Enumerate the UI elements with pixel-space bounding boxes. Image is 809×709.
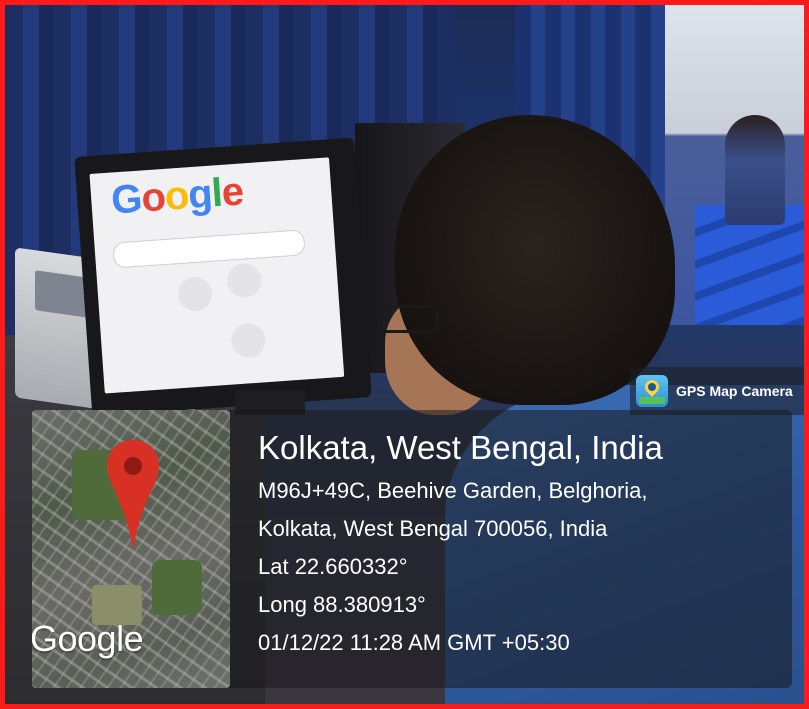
address-line-1: M96J+49C, Beehive Garden, Belghoria, <box>258 478 648 503</box>
background-person <box>725 115 785 225</box>
monitor: Google <box>74 137 372 417</box>
monitor-screen: Google <box>89 157 345 394</box>
latitude: Lat 22.660332° <box>258 554 408 579</box>
eyeglasses <box>373 305 439 333</box>
screen-shortcut-tile <box>176 275 214 313</box>
datetime: 01/12/22 11:28 AM GMT +05:30 <box>258 630 570 655</box>
screen-shortcut-tile <box>230 322 267 359</box>
map-pin-icon <box>107 440 159 550</box>
screen-google-logo: Google <box>109 169 245 223</box>
address-line-2: Kolkata, West Bengal 700056, India <box>258 516 608 541</box>
map-park-area <box>152 560 202 615</box>
location-text: Kolkata, West Bengal, India M96J+49C, Be… <box>258 428 663 662</box>
place-title: Kolkata, West Bengal, India <box>258 429 663 466</box>
gps-map-camera-icon <box>636 375 668 407</box>
longitude: Long 88.380913° <box>258 592 426 617</box>
gps-app-label: GPS Map Camera <box>676 383 793 399</box>
screen-shortcut-tile <box>226 262 263 299</box>
gps-map-camera-badge: GPS Map Camera <box>630 367 804 415</box>
screen-search-bar <box>112 229 306 269</box>
map-google-label: Google <box>32 618 144 659</box>
map-thumbnail: Google <box>32 410 230 688</box>
